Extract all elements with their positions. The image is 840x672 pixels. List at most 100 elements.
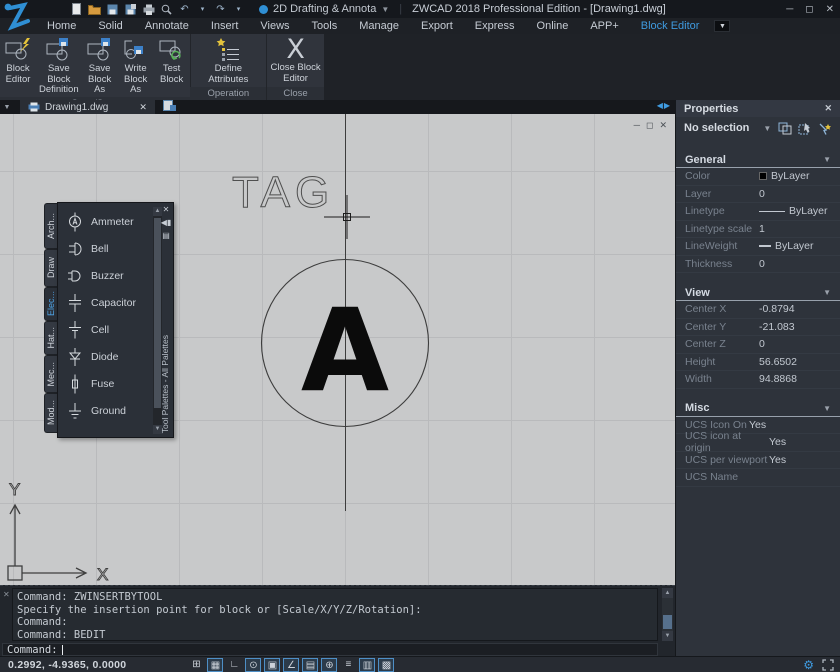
close-button[interactable]: ✕ <box>826 4 834 15</box>
scroll-up-icon[interactable]: ▲ <box>662 588 673 598</box>
redo-dropdown-icon[interactable]: ▾ <box>232 3 245 16</box>
mdi-close-icon[interactable]: ✕ <box>659 120 667 131</box>
ribbon-options-dropdown[interactable]: ▼ <box>714 20 730 32</box>
save-block-as-button[interactable]: Save Block As <box>82 36 118 97</box>
new-file-icon[interactable] <box>70 3 83 16</box>
document-tab-close-icon[interactable]: ✕ <box>139 102 147 113</box>
tab-export[interactable]: Export <box>410 18 464 34</box>
palette-tab-draw[interactable]: Draw <box>44 249 57 287</box>
mdi-restore-icon[interactable]: ◻ <box>646 120 653 131</box>
grid-toggle-icon[interactable]: ⊞ <box>188 658 204 672</box>
palette-tab-mec[interactable]: Mec... <box>44 355 57 393</box>
collapse-icon[interactable]: ▼ <box>823 404 831 413</box>
selection-dropdown[interactable]: No selection <box>684 122 749 134</box>
palette-item-diode[interactable]: Diode <box>60 343 152 370</box>
plot-icon[interactable] <box>142 3 155 16</box>
tab-app-plus[interactable]: APP+ <box>579 18 629 34</box>
define-attributes-button[interactable]: Define Attributes <box>205 36 251 86</box>
model-space-toggle-icon[interactable]: ▥ <box>359 658 375 672</box>
palette-tab-elec[interactable]: Elec... <box>44 287 57 321</box>
property-row-width[interactable]: Width 94.8868 <box>676 371 840 389</box>
quick-select-icon[interactable] <box>778 122 792 135</box>
property-row-height[interactable]: Height 56.6502 <box>676 354 840 372</box>
command-input[interactable]: Command: <box>2 643 658 656</box>
command-scrollbar[interactable]: ▲ ▼ <box>662 588 673 641</box>
palette-tab-arch[interactable]: Arch... <box>44 203 57 249</box>
palette-tab-mod[interactable]: Mod... <box>44 393 57 433</box>
collapse-icon[interactable]: ▼ <box>823 288 831 297</box>
settings-gear-icon[interactable]: ⚙ <box>803 658 814 672</box>
tab-manage[interactable]: Manage <box>348 18 410 34</box>
ortho-toggle-icon[interactable]: ∟ <box>226 658 242 672</box>
chevron-down-icon[interactable]: ▼ <box>763 124 771 133</box>
property-row-color[interactable]: Color ByLayer <box>676 168 840 186</box>
property-row-lineweight[interactable]: LineWeight ByLayer <box>676 238 840 256</box>
palette-item-ammeter[interactable]: Ammeter <box>60 208 152 235</box>
property-row-center-z[interactable]: Center Z 0 <box>676 336 840 354</box>
save-icon[interactable] <box>106 3 119 16</box>
scroll-down-icon[interactable]: ▼ <box>662 631 673 641</box>
palette-item-cell[interactable]: Cell <box>60 316 152 343</box>
tab-insert[interactable]: Insert <box>200 18 250 34</box>
palette-autohide-icon[interactable]: ◀▮ <box>160 216 172 229</box>
tab-annotate[interactable]: Annotate <box>134 18 200 34</box>
palette-item-capacitor[interactable]: Capacitor <box>60 289 152 316</box>
undo-dropdown-icon[interactable]: ▾ <box>196 3 209 16</box>
palette-item-bell[interactable]: Bell <box>60 235 152 262</box>
tab-scroll-icons[interactable]: ◀▶ <box>657 101 671 110</box>
open-folder-icon[interactable] <box>88 3 101 16</box>
palette-properties-icon[interactable]: ▤ <box>160 229 172 242</box>
minimize-button[interactable]: ─ <box>786 4 793 15</box>
property-row-ucs-per-viewport[interactable]: UCS per viewport Yes <box>676 452 840 470</box>
tab-solid[interactable]: Solid <box>87 18 133 34</box>
command-close-icon[interactable]: ✕ <box>3 590 10 599</box>
document-tab-drawing1[interactable]: Drawing1.dwg ✕ <box>20 100 155 114</box>
command-history[interactable]: Command: ZWINSERTBYTOOL Specify the inse… <box>12 588 658 641</box>
palette-item-ground[interactable]: Ground <box>60 397 152 424</box>
new-drawing-tab-icon[interactable] <box>163 100 176 114</box>
save-block-definition-button[interactable]: Save Block Definition <box>36 36 82 97</box>
property-row-ucs-icon-at-origin[interactable]: UCS icon at origin Yes <box>676 434 840 452</box>
write-block-as-button[interactable]: Write Block As <box>118 36 154 97</box>
workspace-switcher[interactable]: 2D Drafting & Annota ▼ <box>259 3 389 15</box>
select-objects-icon[interactable] <box>798 122 812 135</box>
snap-toggle-icon[interactable]: ▦ <box>207 658 223 672</box>
save-as-icon[interactable] <box>124 3 137 16</box>
tab-express[interactable]: Express <box>464 18 526 34</box>
test-block-button[interactable]: Test Block <box>154 36 190 86</box>
properties-close-icon[interactable]: ✕ <box>824 103 832 114</box>
scrollbar-thumb[interactable] <box>663 615 672 629</box>
lineweight-toggle-icon[interactable]: ≡ <box>340 658 356 672</box>
redo-icon[interactable]: ↷ <box>214 3 227 16</box>
close-block-editor-button[interactable]: X Close Block Editor <box>267 36 323 85</box>
property-row-linetype[interactable]: Linetype ByLayer <box>676 203 840 221</box>
property-row-ucs-name[interactable]: UCS Name <box>676 469 840 487</box>
palette-item-fuse[interactable]: Fuse <box>60 370 152 397</box>
tab-tools[interactable]: Tools <box>301 18 349 34</box>
ducs-toggle-icon[interactable]: ▤ <box>302 658 318 672</box>
property-row-linetype-scale[interactable]: Linetype scale 1 <box>676 221 840 239</box>
mdi-minimize-icon[interactable]: ─ <box>634 120 640 131</box>
collapse-icon[interactable]: ▼ <box>823 155 831 164</box>
fullscreen-icon[interactable] <box>822 659 834 671</box>
property-row-center-y[interactable]: Center Y -21.083 <box>676 319 840 337</box>
doc-list-dropdown-icon[interactable]: ▼ <box>0 104 14 111</box>
preview-icon[interactable] <box>160 3 173 16</box>
osnap-toggle-icon[interactable]: ▣ <box>264 658 280 672</box>
dynamic-input-toggle-icon[interactable]: ⊕ <box>321 658 337 672</box>
otrack-toggle-icon[interactable]: ∠ <box>283 658 299 672</box>
tab-online[interactable]: Online <box>526 18 580 34</box>
tab-views[interactable]: Views <box>249 18 300 34</box>
pickadd-toggle-icon[interactable] <box>818 122 832 135</box>
restore-button[interactable]: ◻ <box>805 4 813 15</box>
annotation-toggle-icon[interactable]: ▩ <box>378 658 394 672</box>
tab-block-editor[interactable]: Block Editor <box>630 18 711 34</box>
palette-item-buzzer[interactable]: Buzzer <box>60 262 152 289</box>
polar-toggle-icon[interactable]: ⊙ <box>245 658 261 672</box>
property-row-thickness[interactable]: Thickness 0 <box>676 256 840 274</box>
palette-tab-hat[interactable]: Hat... <box>44 321 57 355</box>
block-editor-button[interactable]: Block Editor <box>0 36 36 86</box>
property-row-layer[interactable]: Layer 0 <box>676 186 840 204</box>
tab-home[interactable]: Home <box>36 18 87 34</box>
palette-close-icon[interactable]: ✕ <box>160 203 172 216</box>
